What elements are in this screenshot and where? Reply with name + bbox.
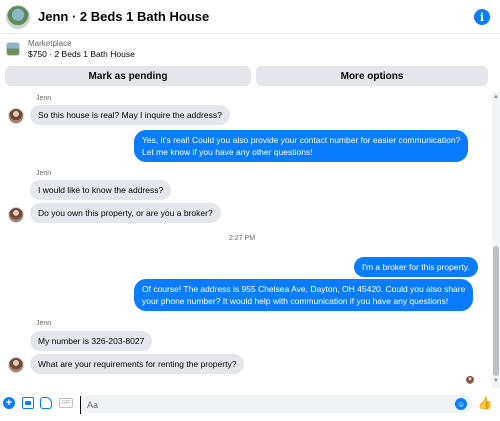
sender-name: Jenn xyxy=(36,320,52,327)
sender-name: Jenn xyxy=(36,95,52,102)
plus-icon[interactable]: + xyxy=(3,397,15,409)
photo-icon[interactable] xyxy=(22,397,34,409)
sender-name: Jenn xyxy=(36,170,52,177)
mark-as-pending-button[interactable]: Mark as pending xyxy=(5,66,251,86)
scrollbar-thumb[interactable] xyxy=(493,246,499,376)
message-input[interactable] xyxy=(80,396,472,414)
sender-avatar[interactable] xyxy=(8,207,24,223)
message-outgoing[interactable]: I'm a broker for this property. xyxy=(354,257,478,277)
info-icon[interactable]: i xyxy=(474,9,490,25)
chat-header: Jenn · 2 Beds 1 Bath House xyxy=(0,0,500,34)
message-incoming[interactable]: My number is 326-203-8027 xyxy=(30,331,153,351)
message-line: Let me know if you have any other questi… xyxy=(142,147,313,157)
sender-avatar[interactable] xyxy=(8,108,24,124)
like-icon[interactable]: 👍 xyxy=(478,396,493,410)
message-incoming[interactable]: I would like to know the address? xyxy=(30,180,172,200)
marketplace-listing[interactable]: Marketplace $750 · 2 Beds 1 Bath House xyxy=(0,35,500,63)
message-outgoing[interactable]: Of course! The address is 955 Chelsea Av… xyxy=(134,279,474,311)
message-incoming[interactable]: What are your requirements for renting t… xyxy=(30,354,245,374)
message-incoming[interactable]: Do you own this property, or are you a b… xyxy=(30,203,221,223)
scroll-up-icon[interactable]: ▲ xyxy=(493,94,499,100)
listing-title: $750 · 2 Beds 1 Bath House xyxy=(28,49,135,59)
message-incoming[interactable]: So this house is real? May I inquire the… xyxy=(30,105,230,125)
message-input-wrapper xyxy=(80,395,472,414)
message-line: Yes, it's real! Could you also provide y… xyxy=(142,135,461,145)
message-line: your phone number? It would help with co… xyxy=(142,296,449,306)
chat-title[interactable]: Jenn · 2 Beds 1 Bath House xyxy=(38,9,209,24)
read-receipt-avatar xyxy=(466,376,474,384)
more-options-button[interactable]: More options xyxy=(256,66,488,86)
message-line: Of course! The address is 955 Chelsea Av… xyxy=(142,284,466,294)
message-outgoing[interactable]: Yes, it's real! Could you also provide y… xyxy=(134,130,469,162)
message-timestamp: 2:27 PM xyxy=(228,235,256,242)
scroll-down-icon[interactable]: ▼ xyxy=(493,378,499,384)
marketplace-label: Marketplace xyxy=(28,39,72,48)
emoji-icon[interactable]: ☺ xyxy=(455,398,467,410)
gif-icon[interactable]: GIF xyxy=(59,398,73,408)
sticker-icon[interactable] xyxy=(40,397,52,409)
sender-avatar[interactable] xyxy=(8,357,24,373)
listing-thumbnail xyxy=(6,42,20,56)
listing-avatar[interactable] xyxy=(6,4,30,29)
